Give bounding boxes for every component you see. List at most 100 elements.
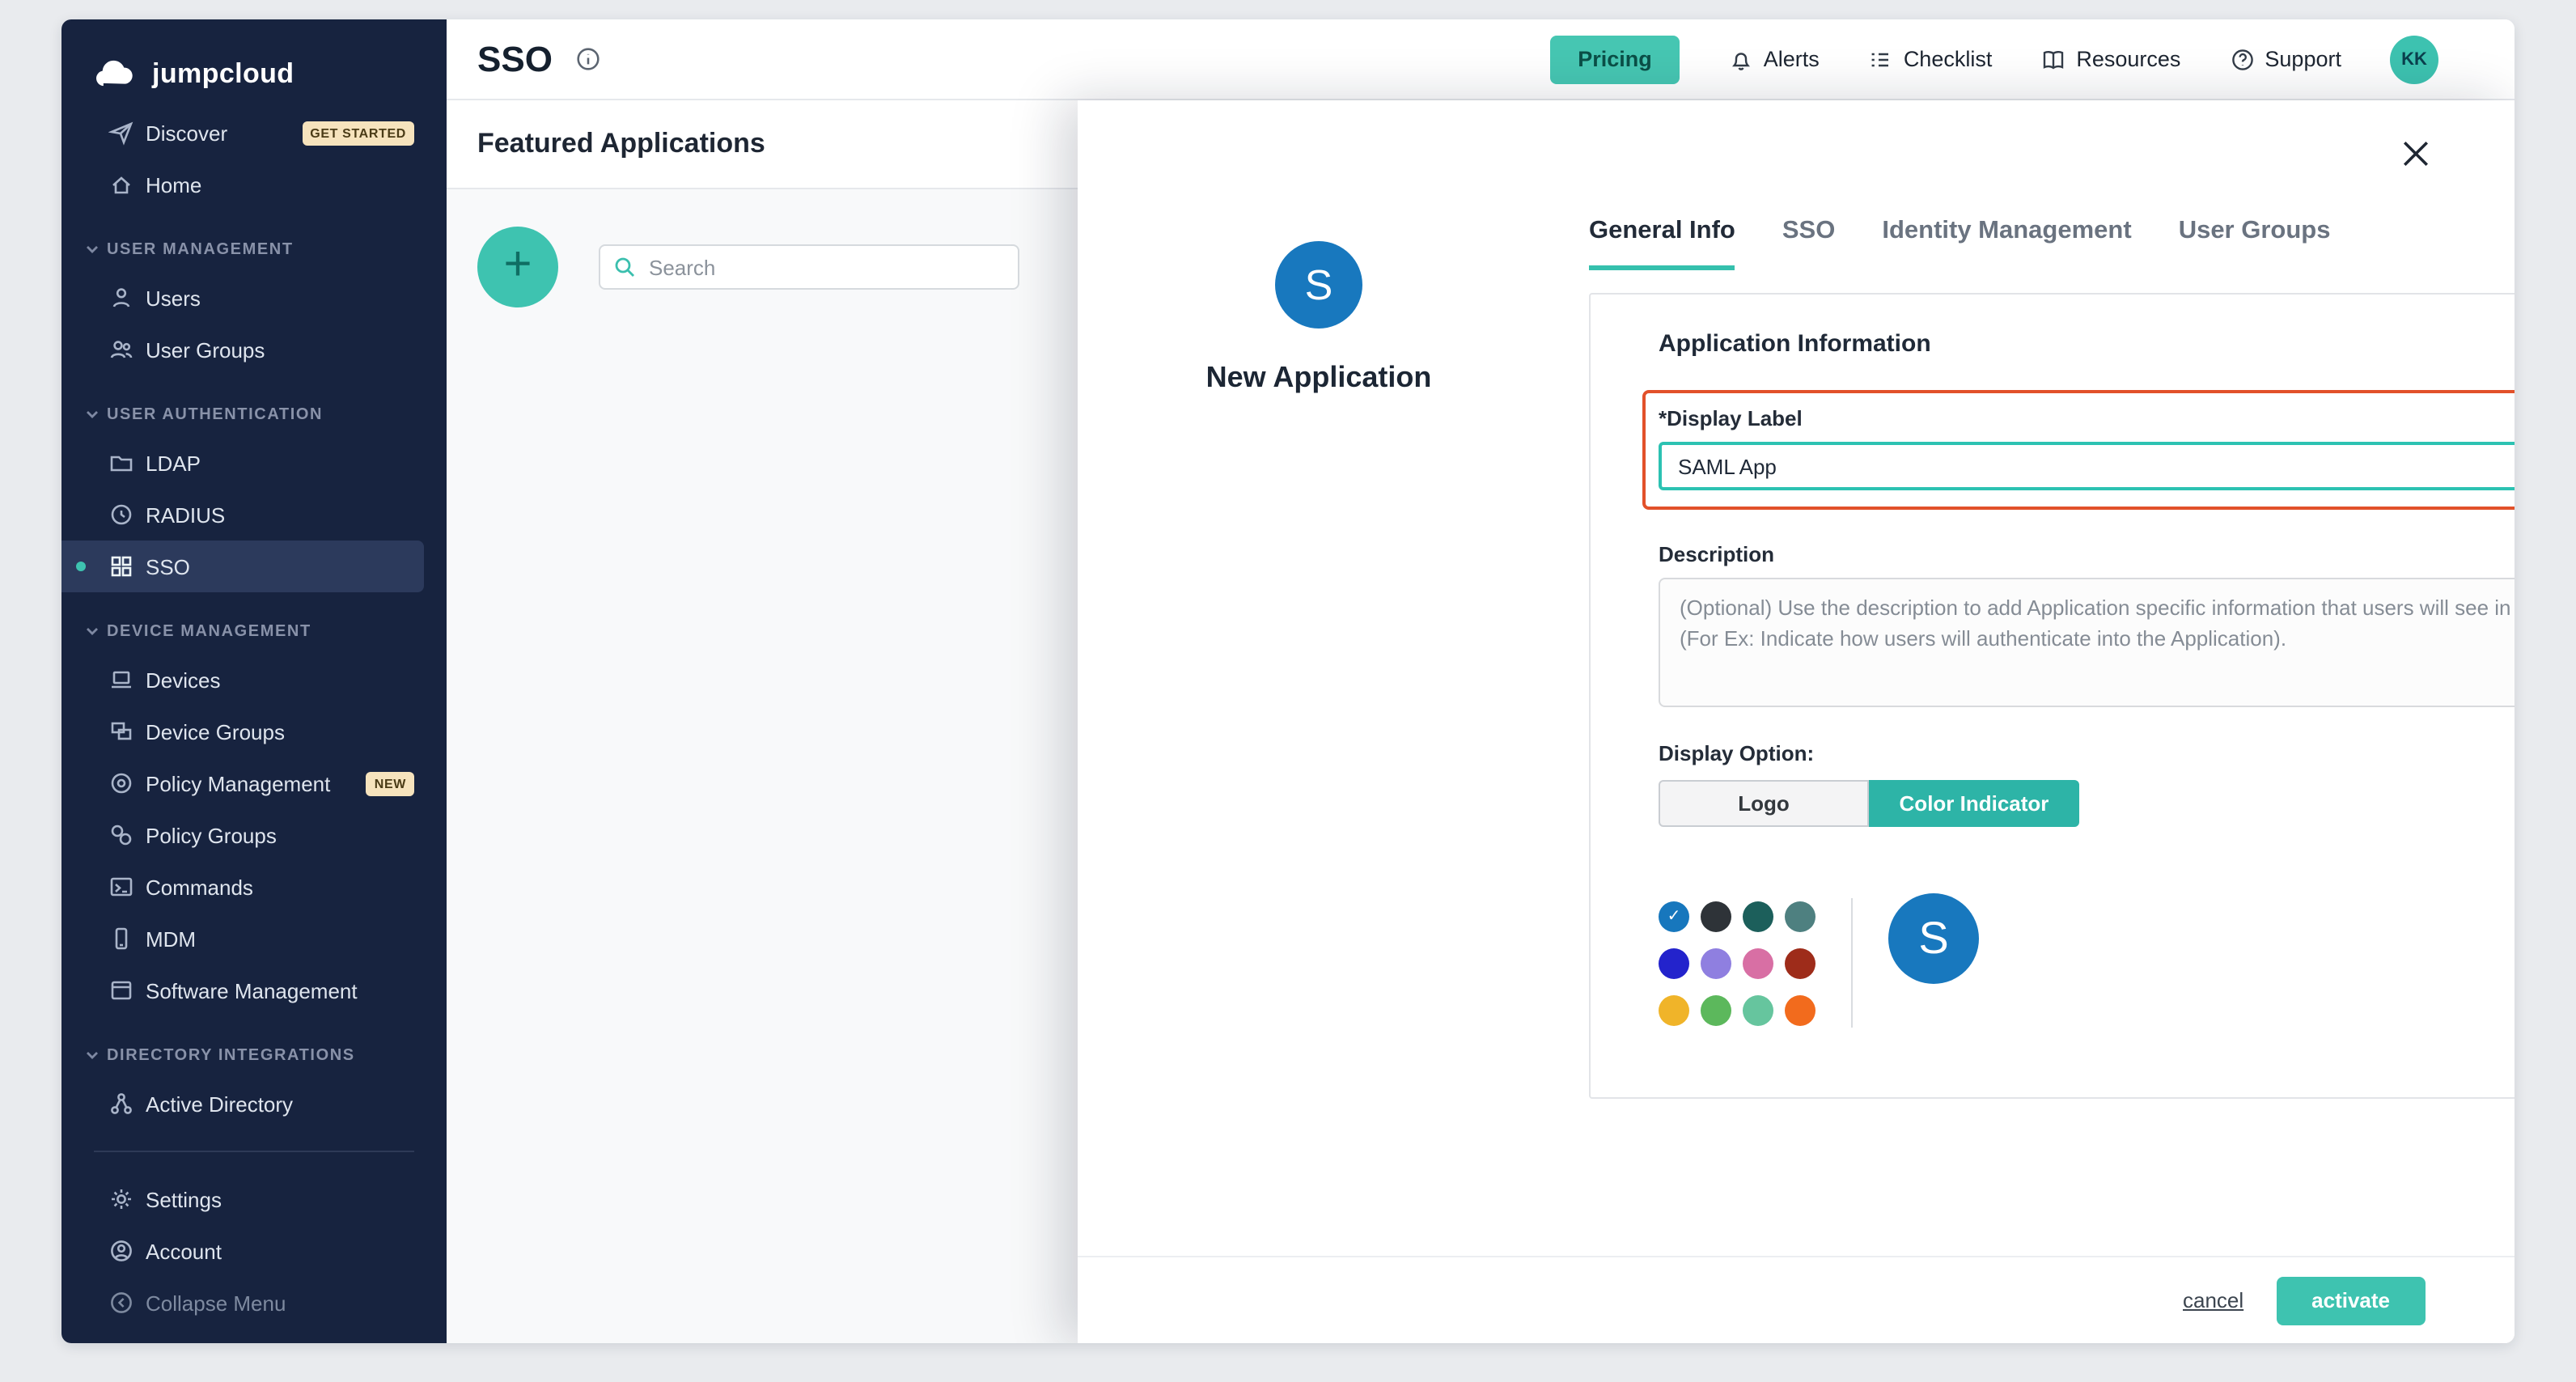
sidebar-item-label: RADIUS: [146, 502, 225, 527]
sidebar-item-settings[interactable]: Settings: [61, 1173, 424, 1225]
pricing-button[interactable]: Pricing: [1550, 35, 1680, 83]
sidebar-item-account[interactable]: Account: [61, 1225, 424, 1277]
sidebar-item-collapse-menu[interactable]: Collapse Menu: [61, 1277, 424, 1329]
color-swatch[interactable]: [1701, 901, 1731, 932]
sidebar-item-label: Policy Groups: [146, 823, 277, 847]
sidebar-item-discover[interactable]: Discover GET STARTED: [61, 107, 424, 159]
book-icon: [2040, 46, 2066, 72]
main-area: SSO Pricing Alerts Checklist Resources: [447, 19, 2515, 1343]
sidebar-item-home[interactable]: Home: [61, 159, 424, 210]
support-label: Support: [2265, 47, 2341, 71]
home-icon: [108, 172, 134, 197]
sidebar-item-label: Device Groups: [146, 719, 285, 744]
search-input[interactable]: [599, 244, 1019, 290]
user-groups-icon: [108, 337, 134, 362]
sidebar-item-device-groups[interactable]: Device Groups: [61, 706, 424, 757]
sidebar-item-devices[interactable]: Devices: [61, 654, 424, 706]
color-swatch[interactable]: [1659, 948, 1689, 979]
application-identity: S New Application: [1173, 241, 1464, 395]
tab-user-groups[interactable]: User Groups: [2179, 217, 2331, 270]
color-swatch[interactable]: [1785, 901, 1815, 932]
application-avatar: S: [1275, 241, 1362, 329]
sidebar-item-label: MDM: [146, 926, 196, 951]
device-groups-icon: [108, 719, 134, 744]
sidebar-section-directory-integrations[interactable]: DIRECTORY INTEGRATIONS: [61, 1032, 447, 1078]
color-swatch[interactable]: [1701, 948, 1731, 979]
color-indicator-option-button[interactable]: Color Indicator: [1869, 780, 2079, 827]
target-icon: [108, 770, 134, 796]
checklist-button[interactable]: Checklist: [1868, 46, 1993, 72]
color-swatch[interactable]: [1743, 948, 1773, 979]
display-label-input[interactable]: [1659, 442, 2515, 490]
display-option-label: Display Option:: [1659, 741, 2515, 765]
sidebar-item-policy-management[interactable]: Policy Management NEW: [61, 757, 424, 809]
description-label: Description: [1659, 542, 2515, 566]
alerts-button[interactable]: Alerts: [1728, 46, 1820, 72]
sidebar-section-device-management[interactable]: DEVICE MANAGEMENT: [61, 608, 447, 654]
new-badge: NEW: [366, 771, 414, 795]
sidebar-item-label: Software Management: [146, 978, 358, 1003]
color-swatch-selected[interactable]: ✓: [1659, 901, 1689, 932]
logo-option-button[interactable]: Logo: [1659, 780, 1869, 827]
network-icon: [108, 1091, 134, 1117]
sidebar-item-policy-groups[interactable]: Policy Groups: [61, 809, 424, 861]
sidebar-item-active-directory[interactable]: Active Directory: [61, 1078, 424, 1130]
question-circle-icon: [2229, 46, 2255, 72]
cloud-logo-icon: [91, 58, 139, 91]
sidebar-item-label: Policy Management: [146, 771, 330, 795]
sidebar-section-user-authentication[interactable]: USER AUTHENTICATION: [61, 392, 447, 437]
sidebar-item-commands[interactable]: Commands: [61, 861, 424, 913]
account-icon: [108, 1238, 134, 1264]
chevron-down-icon: [86, 408, 99, 421]
add-application-button[interactable]: +: [477, 227, 558, 307]
close-icon[interactable]: [2398, 136, 2434, 172]
tab-sso[interactable]: SSO: [1782, 217, 1835, 270]
description-textarea[interactable]: [1659, 578, 2515, 707]
resources-label: Resources: [2076, 47, 2180, 71]
featured-applications-heading: Featured Applications: [477, 128, 765, 160]
sidebar: jumpcloud Discover GET STARTED Home USER…: [61, 19, 447, 1343]
sidebar-section-user-management[interactable]: USER MANAGEMENT: [61, 227, 447, 272]
support-button[interactable]: Support: [2229, 46, 2341, 72]
color-swatch[interactable]: [1743, 901, 1773, 932]
terminal-icon: [108, 874, 134, 900]
color-swatch[interactable]: [1659, 995, 1689, 1026]
sidebar-item-user-groups[interactable]: User Groups: [61, 324, 424, 375]
window-icon: [108, 977, 134, 1003]
check-icon: ✓: [1667, 909, 1681, 925]
description-field-wrap: [1659, 578, 2515, 707]
color-swatch[interactable]: [1701, 995, 1731, 1026]
color-indicator-preview: S: [1888, 893, 1979, 984]
modal-tabs: General Info SSO Identity Management Use…: [1589, 217, 2330, 270]
sidebar-item-radius[interactable]: RADIUS: [61, 489, 424, 541]
sidebar-item-sso[interactable]: SSO: [61, 541, 424, 592]
application-name: New Application: [1173, 361, 1464, 395]
sidebar-item-software-management[interactable]: Software Management: [61, 964, 424, 1016]
cancel-button[interactable]: cancel: [2183, 1288, 2243, 1312]
sidebar-item-users[interactable]: Users: [61, 272, 424, 324]
checklist-icon: [1868, 46, 1894, 72]
display-option-toggle: Logo Color Indicator: [1659, 780, 2079, 827]
color-picker-row: ✓: [1659, 901, 2515, 1028]
tab-identity-management[interactable]: Identity Management: [1882, 217, 2131, 270]
activate-button[interactable]: activate: [2276, 1276, 2426, 1325]
sidebar-item-mdm[interactable]: MDM: [61, 913, 424, 964]
color-swatch[interactable]: [1785, 948, 1815, 979]
section-title: USER AUTHENTICATION: [107, 405, 323, 423]
section-title: USER MANAGEMENT: [107, 240, 294, 258]
jumpcloud-logo[interactable]: jumpcloud: [61, 42, 447, 107]
user-icon: [108, 285, 134, 311]
header-actions: Pricing Alerts Checklist Resources: [1550, 35, 2438, 83]
info-icon[interactable]: [575, 45, 603, 73]
search-icon: [612, 254, 638, 280]
color-swatch[interactable]: [1785, 995, 1815, 1026]
application-information-card: Application Information *Display Label D…: [1589, 293, 2515, 1099]
color-swatch-grid: ✓: [1659, 901, 1815, 1026]
resources-button[interactable]: Resources: [2040, 46, 2180, 72]
color-swatch[interactable]: [1743, 995, 1773, 1026]
sidebar-item-label: Discover: [146, 121, 227, 145]
search-box: [599, 244, 1019, 290]
avatar[interactable]: KK: [2390, 35, 2438, 83]
tab-general-info[interactable]: General Info: [1589, 217, 1735, 270]
sidebar-item-ldap[interactable]: LDAP: [61, 437, 424, 489]
